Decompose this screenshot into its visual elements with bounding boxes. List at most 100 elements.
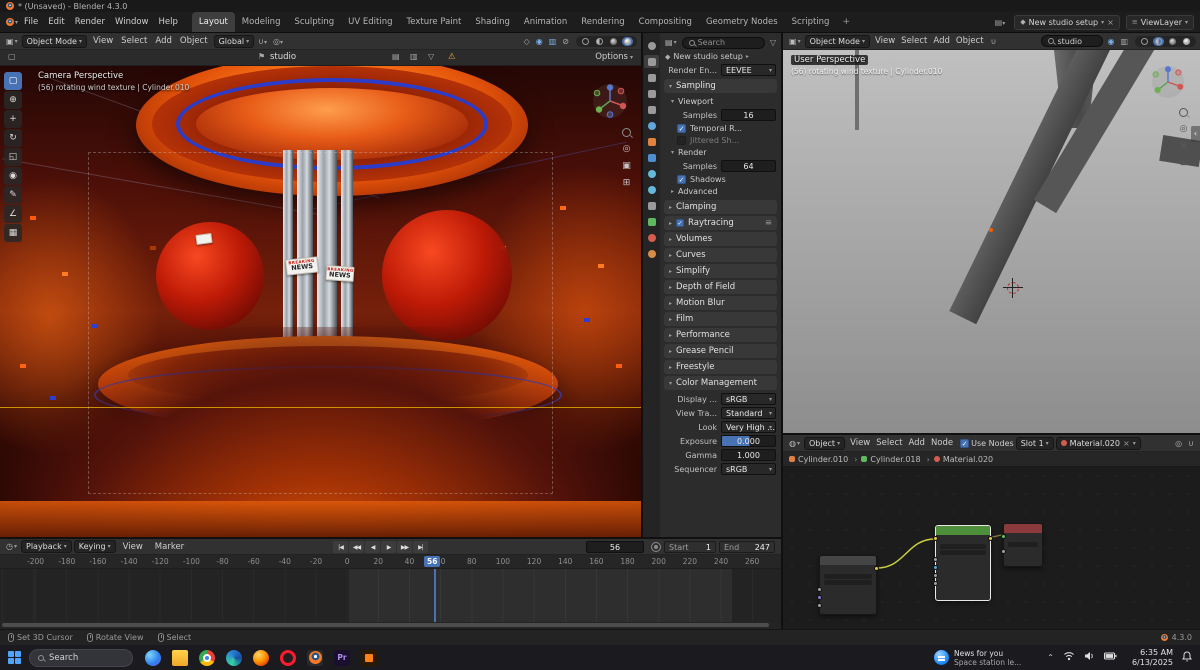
transform-orientation-dropdown[interactable]: Global: [213, 34, 255, 48]
panel-motion-blur[interactable]: ▸ Motion Blur: [664, 296, 777, 310]
proportional-edit-icon[interactable]: ◎▾: [271, 37, 285, 46]
rotate-tool[interactable]: ↻: [4, 129, 22, 147]
battery-icon[interactable]: [1103, 652, 1117, 663]
wifi-icon[interactable]: [1063, 651, 1075, 664]
show-overlays-icon[interactable]: ▥: [1118, 37, 1130, 46]
panel-simplify[interactable]: ▸ Simplify: [664, 264, 777, 278]
shading-solid-icon[interactable]: [1153, 36, 1164, 46]
properties-tab-particles[interactable]: [644, 167, 659, 180]
cm-field-display[interactable]: sRGB: [721, 393, 776, 405]
editor-type-shader-icon[interactable]: ◍ ▾: [787, 439, 802, 448]
cursor-tool[interactable]: ⊕: [4, 91, 22, 109]
material-selector[interactable]: Material.020 ×: [1055, 436, 1141, 450]
jump-to-start-button[interactable]: |◀: [333, 541, 348, 553]
taskbar-app-chrome[interactable]: [199, 649, 215, 666]
viewport-menu-add[interactable]: Add: [930, 33, 952, 49]
next-keyframe-button[interactable]: ▶▶: [397, 541, 412, 553]
add-cube-tool[interactable]: ▦: [4, 224, 22, 242]
panel-clamping[interactable]: ▸ Clamping: [664, 200, 777, 214]
viewport-left-canvas[interactable]: BREAKING NEWS BREAKING NEWS Camera Persp…: [0, 66, 641, 537]
output-socket[interactable]: [988, 536, 993, 541]
timeline-ruler[interactable]: -200 -180 -160 -140 -120 -100 -80 -60 -40 -20 0 20 4…: [0, 555, 781, 569]
prev-keyframe-button[interactable]: ◀◀: [349, 541, 364, 553]
workspace-tab-layout[interactable]: Layout: [191, 12, 235, 32]
shading-wireframe-icon[interactable]: [1139, 37, 1150, 46]
sidebar-collapse-arrow[interactable]: ‹: [1191, 126, 1200, 142]
viewport-menu-select[interactable]: Select: [898, 33, 930, 49]
news-widget[interactable]: News for you Space station le...: [933, 649, 1021, 667]
properties-tab-modifiers[interactable]: [644, 151, 659, 164]
play-reverse-button[interactable]: ◀: [365, 541, 380, 553]
select-box-tool[interactable]: ▢: [4, 72, 22, 90]
taskbar-app-copilot[interactable]: [145, 649, 161, 666]
screen-layout-icon[interactable]: ▤▾: [992, 18, 1009, 27]
shading-wireframe-icon[interactable]: [580, 37, 591, 46]
playhead-frame-badge[interactable]: 56: [424, 556, 441, 567]
bookmark-icon[interactable]: ⚑: [256, 52, 267, 61]
snap-icon[interactable]: ∪: [1186, 439, 1196, 448]
workspace-tab-scripting[interactable]: Scripting: [785, 12, 837, 32]
pan-icon[interactable]: ◎: [1180, 124, 1188, 134]
taskbar-clock[interactable]: 6:35 AM 6/13/2025: [1132, 648, 1173, 668]
panel-menu-icon[interactable]: ≡: [765, 218, 772, 228]
workspace-tab-sculpting[interactable]: Sculpting: [287, 12, 341, 32]
input-socket[interactable]: [933, 565, 938, 570]
panel-depth-of-field[interactable]: ▸ Depth of Field: [664, 280, 777, 294]
panel-sampling[interactable]: ▾ Sampling: [664, 79, 777, 93]
properties-tab-constraints[interactable]: [644, 199, 659, 212]
playback-dropdown[interactable]: Playback: [21, 540, 72, 553]
breadcrumb-cylinder-010[interactable]: Cylinder.010: [789, 455, 857, 464]
properties-tab-object[interactable]: [644, 135, 659, 148]
workspace-tab-shading[interactable]: Shading: [468, 12, 517, 32]
mode-dropdown[interactable]: Object Mode: [804, 34, 870, 48]
editor-type-timeline-icon[interactable]: ◷ ▾: [4, 542, 19, 551]
input-socket[interactable]: [1001, 549, 1006, 554]
blender-menu-icon[interactable]: [6, 18, 14, 26]
unlink-scene-icon[interactable]: ×: [1107, 18, 1114, 27]
taskbar-app-opera[interactable]: [280, 649, 296, 666]
transform-tool[interactable]: ◉: [4, 167, 22, 185]
jittered-shadows-checkbox[interactable]: [677, 135, 686, 145]
panel-sampling-advanced[interactable]: ▸ Advanced: [663, 185, 778, 198]
breadcrumb-material-020[interactable]: Material.020: [933, 455, 993, 464]
navigation-gizmo[interactable]: [591, 82, 629, 123]
editor-type-3d-viewport-icon[interactable]: ▣ ▾: [787, 37, 803, 46]
menu-view[interactable]: View: [118, 537, 148, 557]
editor-type-3d-viewport-icon[interactable]: ▣ ▾: [4, 37, 20, 46]
start-button[interactable]: [8, 651, 21, 664]
snap-magnet-icon[interactable]: ∪: [989, 37, 999, 46]
node-canvas[interactable]: [783, 467, 1200, 629]
taskbar-app-premiere[interactable]: Pr: [334, 649, 350, 666]
zoom-icon[interactable]: [1179, 108, 1188, 117]
properties-tab-view-layer[interactable]: [644, 87, 659, 100]
editor-type-properties-icon[interactable]: ▤ ▾: [663, 38, 679, 47]
workspace-tab-uv-editing[interactable]: UV Editing: [341, 12, 399, 32]
layers-icon[interactable]: ▥: [408, 52, 420, 61]
play-button[interactable]: ▶: [381, 541, 396, 553]
panel-volumes[interactable]: ▸ Volumes: [664, 232, 777, 246]
node-menu-node[interactable]: Node: [928, 435, 956, 451]
input-socket[interactable]: [933, 536, 938, 541]
menu-marker[interactable]: Marker: [150, 537, 189, 557]
properties-tab-world[interactable]: [644, 119, 659, 132]
toggle-xray-icon[interactable]: ⊘: [560, 37, 571, 46]
input-socket[interactable]: [1001, 534, 1006, 539]
properties-tab-physics[interactable]: [644, 183, 659, 196]
keying-dropdown[interactable]: Keying: [73, 540, 116, 553]
viewport-menu-add[interactable]: Add: [151, 33, 175, 49]
viewport-samples-field[interactable]: 16: [721, 109, 776, 121]
scrollbar-thumb[interactable]: [2, 623, 769, 627]
taskbar-search[interactable]: Search: [29, 648, 133, 667]
panel-film[interactable]: ▸ Film: [664, 312, 777, 326]
input-socket[interactable]: [817, 603, 822, 608]
frame-start-field[interactable]: Start 1: [664, 541, 716, 553]
menu-help[interactable]: Help: [154, 12, 183, 32]
panel-sampling-render[interactable]: ▾ Render: [663, 146, 778, 159]
taskbar-app-edge[interactable]: [226, 649, 242, 666]
notification-bell-icon[interactable]: [1182, 650, 1192, 665]
workspace-tab-texture-paint[interactable]: Texture Paint: [400, 12, 469, 32]
input-socket[interactable]: [933, 581, 938, 586]
mode-dropdown[interactable]: Object Mode: [21, 34, 87, 48]
active-tool-icon[interactable]: ▢: [6, 52, 18, 61]
object-visibility-icon[interactable]: ◇: [522, 37, 532, 46]
